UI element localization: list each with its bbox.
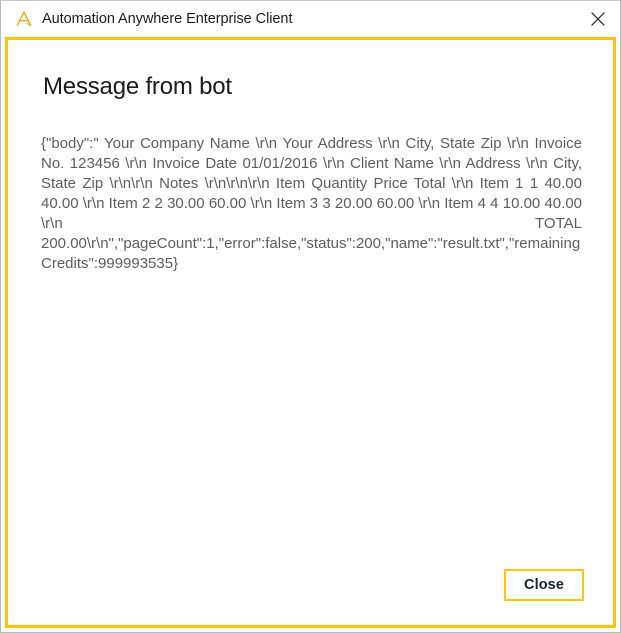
- application-window: Automation Anywhere Enterprise Client Me…: [0, 0, 621, 633]
- title-bar: Automation Anywhere Enterprise Client: [1, 1, 620, 37]
- close-icon[interactable]: [576, 1, 620, 37]
- dialog-footer: Close: [8, 569, 613, 625]
- message-dialog: Message from bot {"body":" Your Company …: [5, 37, 616, 628]
- bot-message-text: {"body":" Your Company Name \r\n Your Ad…: [41, 135, 582, 273]
- page-title: Message from bot: [43, 73, 232, 100]
- close-button[interactable]: Close: [504, 569, 584, 601]
- automation-anywhere-logo-icon: [13, 8, 35, 30]
- window-title: Automation Anywhere Enterprise Client: [42, 10, 293, 27]
- dialog-content: Message from bot {"body":" Your Company …: [8, 40, 613, 569]
